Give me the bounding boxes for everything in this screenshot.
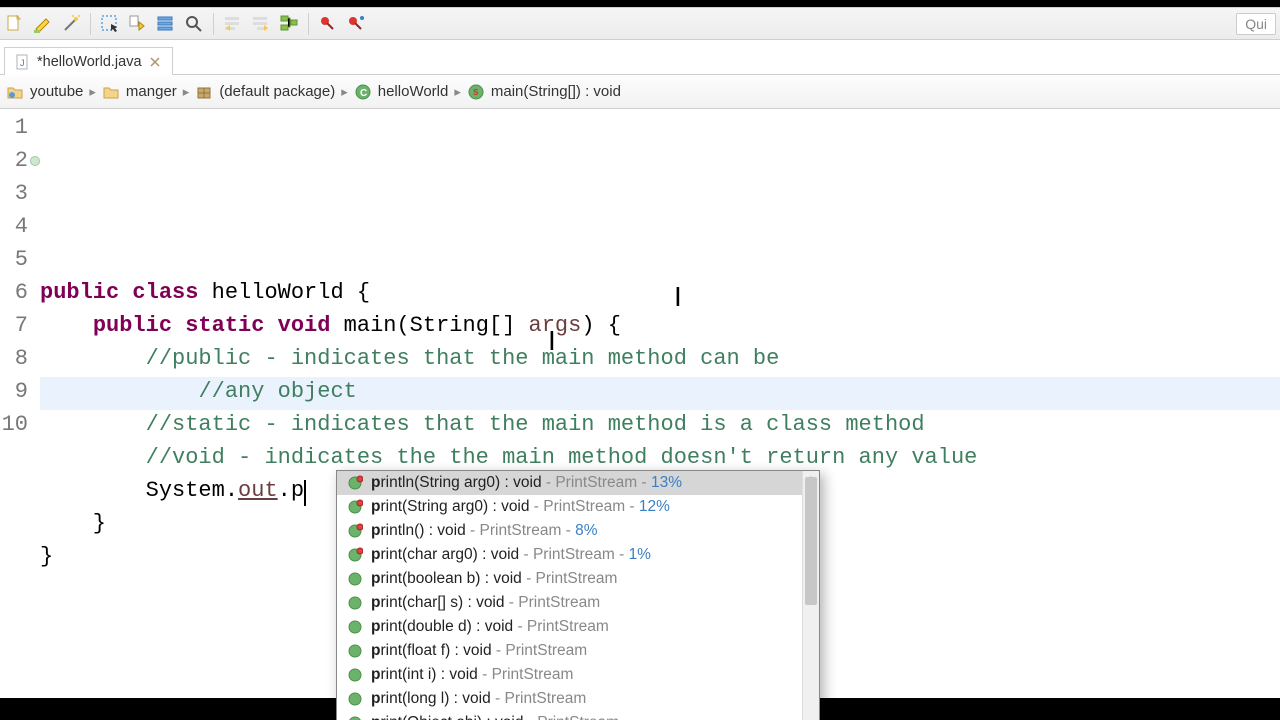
text-caret [304, 480, 306, 506]
chevron-right-icon: ▸ [341, 84, 348, 100]
completion-item[interactable]: print(Object obj) : void - PrintStream [337, 711, 819, 720]
method-icon: S [467, 83, 485, 101]
breadcrumb-item[interactable]: youtube [30, 83, 83, 100]
breadcrumb-bar: youtube ▸ manger ▸ (default package) ▸ C… [0, 75, 1280, 109]
toolbar-divider [213, 13, 214, 35]
tree-icon[interactable] [278, 13, 300, 35]
method-icon [347, 571, 363, 587]
method-icon [347, 475, 363, 491]
completion-item[interactable]: print(char[] s) : void - PrintStream [337, 591, 819, 615]
method-icon [347, 667, 363, 683]
pin-icon[interactable] [317, 13, 339, 35]
line-number: 9 [0, 375, 36, 408]
line-number: 1 [0, 111, 36, 144]
quick-access-field[interactable]: Qui [1236, 13, 1276, 35]
completion-item[interactable]: println(String arg0) : void - PrintStrea… [337, 471, 819, 495]
line-number-gutter: 12345678910 [0, 109, 36, 698]
method-icon [347, 619, 363, 635]
editor-tab-label: *helloWorld.java [37, 54, 142, 70]
code-line[interactable]: public static void main(String[] args) { [40, 309, 1280, 342]
svg-text:C: C [360, 88, 367, 99]
method-icon [347, 499, 363, 515]
nav-back-icon[interactable] [222, 13, 244, 35]
code-editor[interactable]: 12345678910 public class helloWorld { pu… [0, 109, 1280, 698]
search-icon[interactable] [183, 13, 205, 35]
chevron-right-icon: ▸ [89, 84, 96, 100]
code-line[interactable]: public class helloWorld { [40, 276, 1280, 309]
completion-signature: print(char[] s) : void - PrintStream [371, 594, 600, 612]
svg-text:J: J [20, 58, 25, 68]
completion-item[interactable]: print(double d) : void - PrintStream [337, 615, 819, 639]
method-icon [347, 547, 363, 563]
line-number: 7 [0, 309, 36, 342]
new-icon[interactable] [4, 13, 26, 35]
line-number: 3 [0, 177, 36, 210]
completion-signature: print(String arg0) : void - PrintStream … [371, 498, 670, 516]
breadcrumb-item[interactable]: helloWorld [378, 83, 449, 100]
method-icon [347, 595, 363, 611]
code-line[interactable]: //public - indicates that the main metho… [40, 342, 1280, 375]
method-icon [347, 643, 363, 659]
completion-signature: print(int i) : void - PrintStream [371, 666, 573, 684]
project-icon [6, 83, 24, 101]
code-line[interactable]: //any object [40, 375, 1280, 408]
line-number: 6 [0, 276, 36, 309]
completion-signature: print(boolean b) : void - PrintStream [371, 570, 617, 588]
completion-item[interactable]: print(int i) : void - PrintStream [337, 663, 819, 687]
completion-signature: print(float f) : void - PrintStream [371, 642, 587, 660]
completion-signature: print(long l) : void - PrintStream [371, 690, 586, 708]
completion-item[interactable]: println() : void - PrintStream - 8% [337, 519, 819, 543]
completion-list[interactable]: ▲ ▼ println(String arg0) : void - PrintS… [337, 471, 819, 720]
tasks-icon[interactable] [155, 13, 177, 35]
method-icon [347, 691, 363, 707]
completion-signature: print(double d) : void - PrintStream [371, 618, 609, 636]
folder-icon [102, 83, 120, 101]
breadcrumb-item[interactable]: main(String[]) : void [491, 83, 621, 100]
package-icon [195, 83, 213, 101]
class-icon: C [354, 83, 372, 101]
line-number: 10 [0, 408, 36, 441]
toolbar-divider [308, 13, 309, 35]
editor-tab[interactable]: J *helloWorld.java [4, 47, 173, 75]
completion-item[interactable]: print(char arg0) : void - PrintStream - … [337, 543, 819, 567]
method-icon [347, 523, 363, 539]
completion-item[interactable]: print(String arg0) : void - PrintStream … [337, 495, 819, 519]
pin2-icon[interactable] [345, 13, 367, 35]
completion-signature: print(char arg0) : void - PrintStream - … [371, 546, 651, 564]
code-line[interactable]: //static - indicates that the main metho… [40, 408, 1280, 441]
scrollbar-thumb[interactable] [805, 477, 817, 605]
chevron-right-icon: ▸ [183, 84, 190, 100]
line-number: 2 [0, 144, 36, 177]
popup-scrollbar-vertical[interactable]: ▲ ▼ [802, 471, 819, 720]
method-icon [347, 715, 363, 720]
line-number: 5 [0, 243, 36, 276]
completion-popup: ▲ ▼ println(String arg0) : void - PrintS… [336, 470, 820, 720]
selection-icon[interactable] [99, 13, 121, 35]
nav-fwd-icon[interactable] [250, 13, 272, 35]
java-file-icon: J [15, 54, 31, 70]
completion-signature: println(String arg0) : void - PrintStrea… [371, 474, 682, 492]
svg-text:S: S [473, 88, 479, 97]
black-letterbox-top [0, 0, 1280, 7]
jump-icon[interactable] [127, 13, 149, 35]
completion-signature: print(Object obj) : void - PrintStream [371, 714, 619, 720]
completion-item[interactable]: print(boolean b) : void - PrintStream [337, 567, 819, 591]
wand-icon[interactable] [60, 13, 82, 35]
breadcrumb-item[interactable]: (default package) [219, 83, 335, 100]
toolbar-divider [90, 13, 91, 35]
highlight-icon[interactable] [32, 13, 54, 35]
close-tab-icon[interactable] [148, 55, 162, 69]
breadcrumb-item[interactable]: manger [126, 83, 177, 100]
line-number: 4 [0, 210, 36, 243]
toolbar: Qui [0, 7, 1280, 40]
completion-signature: println() : void - PrintStream - 8% [371, 522, 598, 540]
chevron-right-icon: ▸ [454, 84, 461, 100]
completion-item[interactable]: print(float f) : void - PrintStream [337, 639, 819, 663]
editor-tabstrip: J *helloWorld.java [0, 40, 1280, 75]
completion-item[interactable]: print(long l) : void - PrintStream [337, 687, 819, 711]
line-number: 8 [0, 342, 36, 375]
